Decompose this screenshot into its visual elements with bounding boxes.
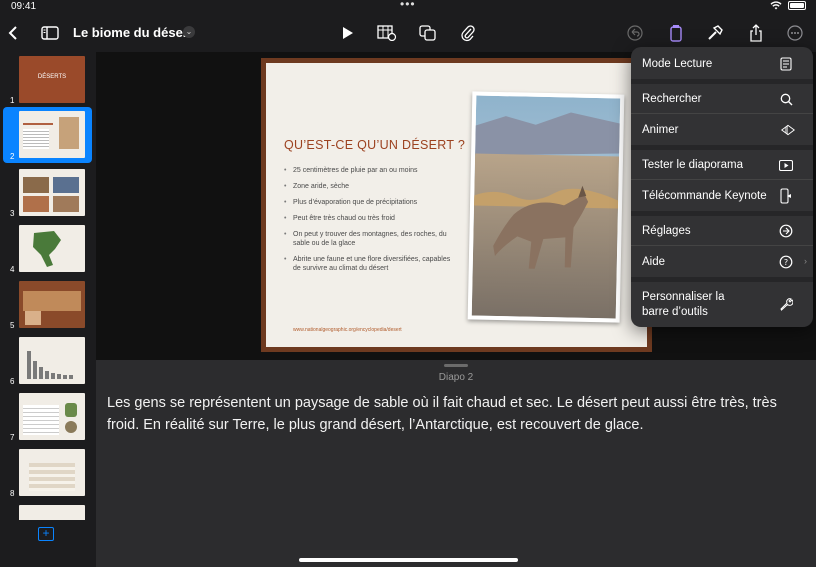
thumbnail-image [19, 225, 85, 272]
menu-item-rehearse[interactable]: Tester le diaporama [631, 150, 813, 180]
thumbnail-image [19, 281, 85, 328]
notes-slide-label: Diapo 2 [438, 372, 474, 383]
format-brush-icon[interactable] [667, 22, 685, 44]
svg-text:?: ? [784, 258, 788, 267]
thumbnail-image [19, 337, 85, 384]
thumbnail-image [19, 169, 85, 216]
bullet-item: Plus d’évaporation que de précipitations [284, 198, 459, 207]
clock: 09:41 [11, 1, 37, 12]
slide-number: 8 [10, 489, 15, 498]
chevron-right-icon: › [804, 256, 807, 266]
menu-item-label: Mode Lecture [642, 58, 713, 70]
play-icon[interactable] [340, 22, 356, 44]
search-icon [779, 92, 793, 106]
more-icon[interactable] [786, 22, 804, 44]
slide-number: 3 [10, 209, 15, 218]
slide-thumbnail-5[interactable]: 5 [0, 278, 95, 332]
chevron-down-icon[interactable]: ⌄ [183, 26, 195, 38]
bullet-item: Zone aride, sèche [284, 182, 459, 191]
coyote-photo[interactable] [467, 91, 625, 323]
slide-number: 5 [10, 321, 15, 330]
bullet-list[interactable]: 25 centimètres de pluie par an ou moins … [284, 166, 459, 280]
menu-item-label: Télécommande Keynote [642, 190, 767, 202]
slide-thumbnail-4[interactable]: 4 [0, 222, 95, 276]
paperclip-icon[interactable] [459, 22, 477, 44]
slide-thumbnail-2[interactable]: 2 [3, 107, 92, 163]
menu-item-label: Tester le diaporama [642, 158, 743, 171]
slide-number: 2 [10, 152, 15, 161]
menu-item-settings[interactable]: Réglages [631, 216, 813, 246]
resize-handle[interactable] [444, 364, 468, 367]
reading-mode-icon [779, 57, 793, 71]
slide-number: 1 [10, 96, 15, 105]
remote-icon [779, 188, 793, 204]
thumbnail-image: DÉSERTS [19, 56, 85, 103]
slide-title[interactable]: QU’EST-CE QU’UN DÉSERT ? [284, 138, 465, 152]
thumbnail-image [19, 449, 85, 496]
bullet-item: Abrite une faune et une flore diversifié… [284, 255, 459, 273]
wifi-icon [770, 1, 782, 10]
slide-body: QU’EST-CE QU’UN DÉSERT ? 25 centimètres … [266, 63, 647, 347]
menu-item-label: Aide [642, 256, 666, 268]
slide-thumbnail-3[interactable]: 3 [0, 166, 95, 220]
notes-text[interactable]: Les gens se représentent un paysage de s… [107, 392, 797, 436]
animate-icon [781, 123, 795, 137]
menu-item-animate[interactable]: Animer [631, 115, 813, 145]
bullet-item: Peut être très chaud ou très froid [284, 214, 459, 223]
slide-number: 6 [10, 377, 15, 386]
menu-item-label: Réglages [642, 224, 691, 237]
slide-thumbnail-1[interactable]: DÉSERTS 1 [0, 53, 95, 107]
slide-thumbnail-9[interactable] [0, 502, 95, 520]
back-icon[interactable] [6, 22, 20, 44]
battery-icon [788, 1, 806, 10]
settings-icon [779, 224, 793, 238]
slide-number: 7 [10, 433, 15, 442]
slide-thumbnail-7[interactable]: 7 [0, 390, 95, 444]
multitask-dots-icon[interactable]: ••• [400, 0, 416, 11]
menu-item-label: Personnaliser la barre d’outils [642, 290, 725, 318]
slide-number: 4 [10, 265, 15, 274]
wrench-icon [779, 297, 793, 311]
share-icon[interactable] [747, 22, 765, 44]
menu-item-reading-mode[interactable]: Mode Lecture [631, 49, 813, 79]
document-title[interactable]: Le biome du désert [73, 25, 192, 40]
slide-thumbnail-8[interactable]: 8 [0, 446, 95, 500]
slide[interactable]: QU’EST-CE QU’UN DÉSERT ? 25 centimètres … [261, 58, 652, 352]
home-indicator[interactable] [299, 558, 518, 562]
menu-item-keynote-remote[interactable]: Télécommande Keynote [631, 181, 813, 211]
presenter-notes[interactable]: Diapo 2 Les gens se représentent un pays… [96, 360, 816, 567]
thumbnail-image [19, 505, 85, 520]
help-icon: ? [779, 255, 793, 269]
more-menu: Mode Lecture Rechercher Animer Tester le… [631, 47, 813, 327]
menu-item-label: Rechercher [642, 92, 702, 105]
menu-item-label: Animer [642, 124, 679, 136]
bullet-item: On peut y trouver des montagnes, des roc… [284, 230, 459, 248]
shape-icon[interactable] [418, 22, 438, 44]
slide-thumbnail-6[interactable]: 6 [0, 334, 95, 388]
sidebar-toggle-icon[interactable] [40, 22, 60, 44]
bullet-item: 25 centimètres de pluie par an ou moins [284, 166, 459, 175]
slide-navigator: DÉSERTS 1 2 3 4 5 6 7 8 + [0, 52, 95, 567]
thumbnail-image [19, 393, 85, 440]
thumbnail-title: DÉSERTS [37, 74, 67, 80]
hammer-icon[interactable] [705, 22, 725, 44]
table-icon[interactable] [376, 22, 398, 44]
status-bar: 09:41 ••• [0, 0, 816, 14]
menu-item-help[interactable]: Aide ? › [631, 247, 813, 277]
menu-item-search[interactable]: Rechercher [631, 84, 813, 114]
add-slide-button[interactable]: + [38, 527, 54, 541]
source-link: www.nationalgeographic.org/encyclopedia/… [293, 327, 402, 333]
menu-item-customize-toolbar[interactable]: Personnaliser la barre d’outils [631, 282, 813, 327]
thumbnail-image [19, 111, 85, 158]
undo-icon[interactable] [626, 22, 644, 44]
rehearse-icon [779, 158, 793, 172]
